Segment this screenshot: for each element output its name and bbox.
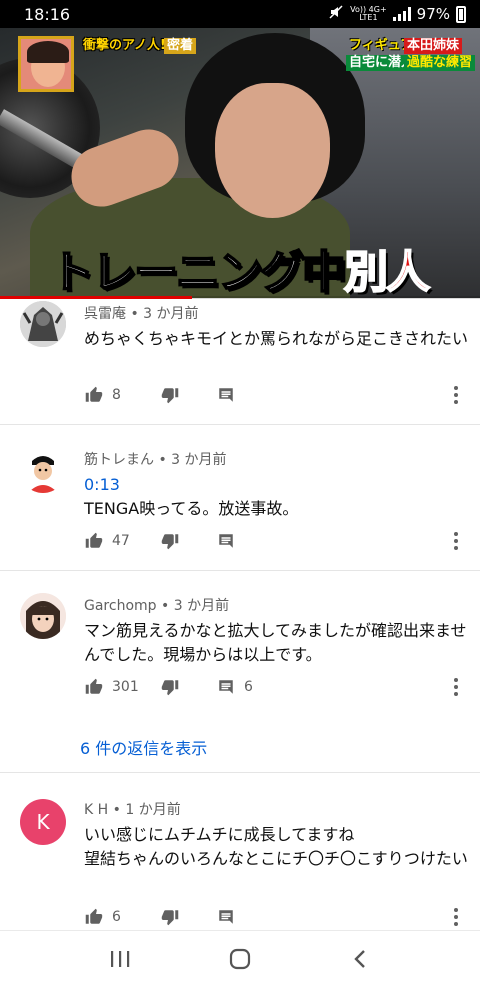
like-button[interactable]: 8	[84, 385, 160, 405]
avatar[interactable]	[20, 447, 66, 493]
more-vert-icon[interactable]	[446, 905, 466, 929]
inset-portrait	[18, 36, 74, 92]
thumb-down-icon	[160, 385, 180, 405]
like-button[interactable]: 6	[84, 907, 160, 927]
comment-item: 筋トレまん • 3 か月前 0:13 TENGA映ってる。放送事故。 47	[0, 425, 480, 571]
comment-icon	[216, 531, 236, 551]
network-label: Vo)) 4G+ LTE1	[350, 5, 387, 22]
comment-actions: 301 6	[84, 675, 253, 699]
status-time: 18:16	[24, 4, 71, 24]
comment-text: いい感じにムチムチに成長してますね 望結ちゃんのいろんなとこにチ〇チ〇こすりつけ…	[84, 825, 468, 868]
view-replies-link[interactable]: 6 件の返信を表示	[80, 735, 207, 759]
comment-author[interactable]: 呉雷庵	[84, 306, 126, 322]
thumb-up-icon	[84, 531, 104, 551]
video-player[interactable]: 衝撃のアノ人! 密着 フィギュア 本田姉妹 自宅に潜入 過酷な練習 トレーニング…	[0, 28, 480, 298]
system-nav-bar	[0, 930, 480, 987]
reply-button[interactable]	[216, 907, 236, 927]
thumb-up-icon	[84, 677, 104, 697]
thumb-down-icon	[160, 677, 180, 697]
comment-meta: 呉雷庵 • 3 か月前	[84, 306, 199, 322]
status-icons: Vo)) 4G+ LTE1 97%	[328, 4, 466, 24]
like-count: 47	[112, 533, 130, 549]
comment-icon	[216, 907, 236, 927]
comment-item: 呉雷庵 • 3 か月前 めちゃくちゃキモイとか罵られながら足こきされたい 8	[0, 299, 480, 425]
more-vert-icon[interactable]	[446, 383, 466, 407]
battery-percent: 97%	[416, 5, 450, 23]
recents-icon[interactable]	[100, 939, 140, 979]
comment-age: 3 か月前	[143, 306, 199, 322]
comment-actions: 47	[84, 529, 236, 553]
comment-text: めちゃくちゃキモイとか罵られながら足こきされたい	[84, 329, 469, 348]
video-overlay-title: トレーニング中別人	[49, 246, 431, 298]
comment-meta: 筋トレまん • 3 か月前	[84, 452, 227, 468]
more-vert-icon[interactable]	[446, 675, 466, 699]
thumb-up-icon	[84, 907, 104, 927]
comment-body: 0:13 TENGA映ってる。放送事故。	[84, 473, 469, 521]
dislike-button[interactable]	[160, 677, 216, 697]
like-button[interactable]: 301	[84, 677, 160, 697]
more-vert-icon[interactable]	[446, 529, 466, 553]
comment-item: Garchomp • 3 か月前 マン筋見えるかなと拡大してみましたが確認出来ま…	[0, 571, 480, 773]
home-icon[interactable]	[220, 939, 260, 979]
thumb-down-icon	[160, 907, 180, 927]
comment-age: 3 か月前	[173, 598, 230, 614]
comment-age: 3 か月前	[171, 452, 227, 468]
like-count: 8	[112, 387, 121, 403]
dislike-button[interactable]	[160, 531, 216, 551]
comment-text: TENGA映ってる。放送事故。	[84, 499, 299, 518]
caption-right-2b: 過酷な練習	[404, 55, 476, 71]
comment-icon	[216, 385, 236, 405]
thumb-up-icon	[84, 385, 104, 405]
comment-author[interactable]: Garchomp	[84, 598, 157, 614]
comment-age: 1 か月前	[125, 802, 181, 818]
thumb-down-icon	[160, 531, 180, 551]
comment-text: マン筋見えるかなと拡大してみましたが確認出来ませんでした。現場からは以上です。	[84, 621, 467, 664]
comment-meta: Garchomp • 3 か月前	[84, 598, 230, 614]
comment-author[interactable]: 筋トレまん	[84, 452, 154, 468]
comment-actions: 6	[84, 905, 236, 929]
avatar[interactable]	[20, 593, 66, 639]
reply-button[interactable]: 6	[216, 677, 253, 697]
avatar[interactable]: K	[20, 799, 66, 845]
comments-list: 呉雷庵 • 3 か月前 めちゃくちゃキモイとか罵られながら足こきされたい 8 筋…	[0, 299, 480, 929]
reply-count: 6	[244, 679, 253, 695]
signal-icon	[392, 7, 411, 21]
comment-meta: K H • 1 か月前	[84, 802, 181, 818]
like-count: 301	[112, 679, 139, 695]
dislike-button[interactable]	[160, 385, 216, 405]
caption-tag: 密着	[164, 38, 197, 54]
battery-icon	[456, 5, 466, 23]
mute-icon	[328, 4, 344, 24]
like-button[interactable]: 47	[84, 531, 160, 551]
comment-actions: 8	[84, 383, 236, 407]
comment-item: K K H • 1 か月前 いい感じにムチムチに成長してますね 望結ちゃんのいろ…	[0, 773, 480, 929]
comment-timestamp-link[interactable]: 0:13	[84, 473, 469, 497]
dislike-button[interactable]	[160, 907, 216, 927]
reply-button[interactable]	[216, 385, 236, 405]
reply-button[interactable]	[216, 531, 236, 551]
comment-icon	[216, 677, 236, 697]
avatar[interactable]	[20, 301, 66, 347]
status-bar: 18:16 Vo)) 4G+ LTE1 97%	[0, 0, 480, 28]
back-icon[interactable]	[340, 939, 380, 979]
like-count: 6	[112, 909, 121, 925]
caption-right-1b: 本田姉妹	[404, 38, 463, 54]
caption-show-title: 衝撃のアノ人!	[83, 38, 166, 53]
comment-author[interactable]: K H	[84, 802, 108, 818]
